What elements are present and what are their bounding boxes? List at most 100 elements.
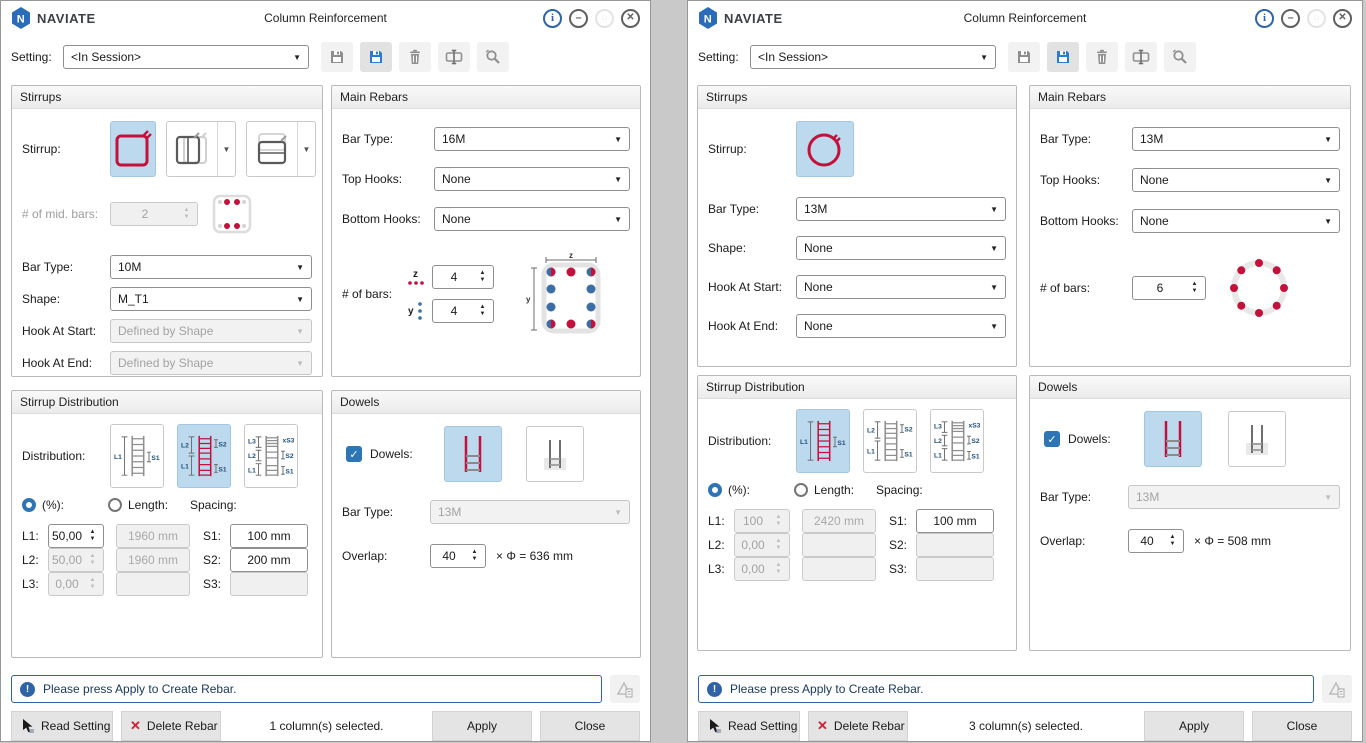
double-vertical-stirrup-icon (172, 129, 212, 169)
spinner-up-icon[interactable]: ▲ (1192, 281, 1198, 288)
preview-setting-button[interactable] (477, 42, 509, 72)
spinner-up-icon[interactable]: ▲ (1170, 534, 1176, 541)
close-icon[interactable]: ✕ (621, 9, 640, 28)
stirrup-circular-button[interactable] (796, 121, 854, 177)
bar-type-label: Bar Type: (342, 132, 434, 146)
info-icon[interactable]: i (1255, 9, 1274, 28)
stirrup-bar-type-select[interactable]: 10M ▼ (110, 255, 312, 279)
close-button[interactable]: Close (540, 711, 640, 741)
dowels-embedded-button[interactable] (526, 426, 584, 482)
stirrup-shape-select[interactable]: M_T1 ▼ (110, 287, 312, 311)
bar-type-label: Bar Type: (1040, 490, 1128, 504)
distribution-one-zone-icon: L1 S1 (800, 414, 846, 468)
save-setting-button[interactable] (321, 42, 353, 72)
bottom-hooks-select[interactable]: None ▼ (434, 207, 630, 231)
rename-setting-button[interactable] (438, 42, 470, 72)
top-hooks-select[interactable]: None ▼ (1132, 168, 1340, 192)
close-icon[interactable]: ✕ (1333, 9, 1352, 28)
spinner-down-icon[interactable]: ▼ (90, 536, 96, 543)
l2-percent-spinner: 0,00 ▲▼ (734, 533, 790, 557)
hook-at-end-select[interactable]: None ▼ (796, 314, 1006, 338)
length-radio[interactable] (108, 498, 122, 512)
stirrup-double-horizontal-button[interactable]: ▼ (246, 121, 316, 177)
setting-select[interactable]: <In Session> ▼ (750, 45, 996, 69)
save-setting-button[interactable] (1008, 42, 1040, 72)
spinner-up-icon[interactable]: ▲ (90, 529, 96, 536)
distribution-three-zone-button[interactable]: L3L2L1 xS3 S2 S1 (244, 424, 298, 488)
stirrup-rectangular-button[interactable] (110, 121, 156, 177)
save-as-setting-button[interactable] (1047, 42, 1079, 72)
hook-at-start-select[interactable]: None ▼ (796, 275, 1006, 299)
delete-rebar-button[interactable]: ✕ Delete Rebar (121, 711, 221, 741)
delete-setting-button[interactable] (1086, 42, 1118, 72)
spinner-down-icon[interactable]: ▼ (480, 277, 486, 284)
l1-percent-spinner[interactable]: 50,00 ▲▼ (48, 524, 104, 548)
spinner-down-icon[interactable]: ▼ (480, 311, 486, 318)
restore-icon: ○ (595, 9, 614, 28)
setting-row: Setting: <In Session> ▼ (1, 35, 650, 79)
main-bar-type-select[interactable]: 13M ▼ (1132, 127, 1340, 151)
l2-label: L2: (708, 538, 734, 552)
spinner-down-icon[interactable]: ▼ (472, 556, 478, 563)
dowels-lapped-button[interactable] (444, 426, 502, 482)
overlap-spinner[interactable]: 40 ▲▼ (430, 544, 486, 568)
minimize-icon[interactable]: – (1281, 9, 1300, 28)
chevron-down-icon[interactable]: ▼ (297, 122, 315, 176)
minimize-icon[interactable]: – (569, 9, 588, 28)
dowels-lapped-button[interactable] (1144, 411, 1202, 467)
rename-icon (1132, 49, 1150, 65)
chevron-down-icon[interactable]: ▼ (217, 122, 235, 176)
bottom-hooks-select[interactable]: None ▼ (1132, 209, 1340, 233)
delete-rebar-button[interactable]: ✕ Delete Rebar (808, 711, 908, 741)
length-radio[interactable] (794, 483, 808, 497)
distribution-two-zone-button[interactable]: L2L1 S2 S1 (863, 409, 917, 473)
percent-radio[interactable] (22, 498, 36, 512)
s1-spacing-field[interactable]: 100 mm (230, 524, 308, 548)
stirrup-double-vertical-button[interactable]: ▼ (166, 121, 236, 177)
s1-spacing-field[interactable]: 100 mm (916, 509, 994, 533)
s3-label: S3: (889, 562, 916, 576)
rename-setting-button[interactable] (1125, 42, 1157, 72)
delete-setting-button[interactable] (399, 42, 431, 72)
dowels-embedded-button[interactable] (1228, 411, 1286, 467)
rectangular-stirrup-icon (111, 128, 155, 170)
spinner-down-icon[interactable]: ▼ (1192, 288, 1198, 295)
dowels-checkbox[interactable]: ✓ (346, 446, 362, 462)
distribution-one-zone-button[interactable]: L1 S1 (796, 409, 850, 473)
bars-z-spinner[interactable]: 4 ▲▼ (432, 265, 494, 289)
read-setting-button[interactable]: Read Setting (698, 711, 800, 741)
percent-radio[interactable] (708, 483, 722, 497)
titlebar: N NAVIATE Column Reinforcement i – ○ ✕ (688, 1, 1362, 35)
group-title: Main Rebars (1038, 90, 1106, 104)
distribution-one-zone-button[interactable]: L1 S1 (110, 424, 164, 488)
setting-select[interactable]: <In Session> ▼ (63, 45, 309, 69)
main-bar-type-select[interactable]: 16M ▼ (434, 127, 630, 151)
distribution-three-zone-button[interactable]: L3L2L1 xS3 S2 S1 (930, 409, 984, 473)
apply-button[interactable]: Apply (1144, 711, 1244, 741)
stirrup-shape-select[interactable]: None ▼ (796, 236, 1006, 260)
s2-spacing-field[interactable]: 200 mm (230, 548, 308, 572)
spinner-up-icon[interactable]: ▲ (480, 270, 486, 277)
overlap-spinner[interactable]: 40 ▲▼ (1128, 529, 1184, 553)
dowels-checkbox[interactable]: ✓ (1044, 431, 1060, 447)
close-button[interactable]: Close (1252, 711, 1352, 741)
rename-icon (445, 49, 463, 65)
apply-button[interactable]: Apply (432, 711, 532, 741)
group-title: Dowels (340, 395, 379, 409)
info-icon[interactable]: i (543, 9, 562, 28)
stirrup-bar-type-select[interactable]: 13M ▼ (796, 197, 1006, 221)
read-setting-button[interactable]: Read Setting (11, 711, 113, 741)
distribution-two-zone-button[interactable]: L2L1 S2 S1 (177, 424, 231, 488)
naviate-hexagon-icon: N (698, 7, 718, 29)
spinner-down-icon[interactable]: ▼ (1170, 541, 1176, 548)
stirrups-group: Stirrups Stirrup: Bar Type: 13 (697, 85, 1017, 367)
preview-setting-button[interactable] (1164, 42, 1196, 72)
bars-y-spinner[interactable]: 4 ▲▼ (432, 299, 494, 323)
top-hooks-select[interactable]: None ▼ (434, 167, 630, 191)
spinner-up-icon[interactable]: ▲ (472, 549, 478, 556)
num-bars-spinner[interactable]: 6 ▲▼ (1132, 276, 1206, 300)
spinner-up-icon[interactable]: ▲ (480, 304, 486, 311)
save-as-setting-button[interactable] (360, 42, 392, 72)
column-reinforcement-window-2: N NAVIATE Column Reinforcement i – ○ ✕ S… (687, 0, 1363, 742)
spinner-down-icon: ▼ (776, 569, 782, 576)
